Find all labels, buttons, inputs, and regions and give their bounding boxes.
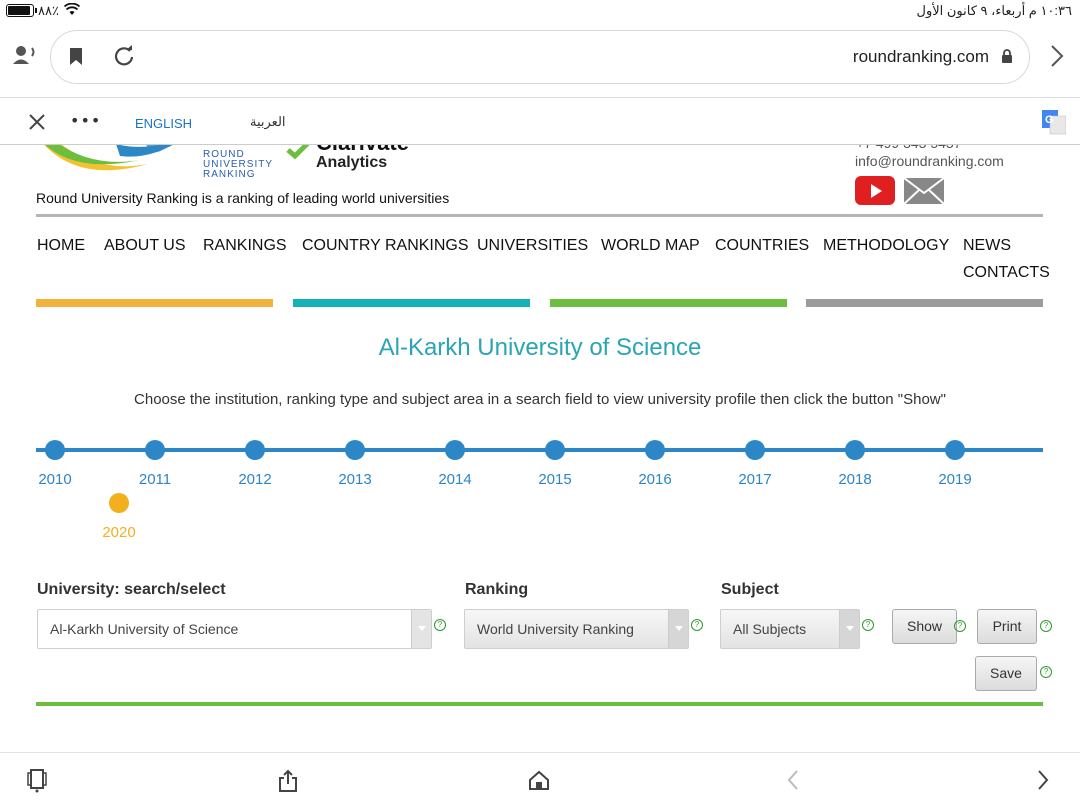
battery-percent: ٨٨٪ <box>38 3 59 18</box>
timeline-dot-2018[interactable] <box>845 440 865 460</box>
help-icon[interactable]: ? <box>954 620 966 632</box>
refresh-icon[interactable] <box>113 45 135 71</box>
timeline-dot-2019[interactable] <box>945 440 965 460</box>
color-bar-orange <box>36 299 273 307</box>
forward-icon[interactable] <box>1050 44 1064 72</box>
site-tagline: Round University Ranking is a ranking of… <box>36 190 450 206</box>
timeline-dot-2013[interactable] <box>345 440 365 460</box>
instruction-text: Choose the institution, ranking type and… <box>134 391 946 408</box>
subject-select-value: All Subjects <box>733 621 807 637</box>
tabs-icon[interactable] <box>26 769 48 797</box>
university-select-value: Al-Karkh University of Science <box>50 621 239 637</box>
close-icon[interactable] <box>28 113 46 135</box>
status-datetime: ١٠:٣٦ م أربعاء، ٩ كانون الأول <box>916 3 1072 18</box>
chevron-down-icon[interactable] <box>668 610 688 648</box>
share-icon[interactable] <box>278 769 298 797</box>
timeline-dot-2010[interactable] <box>45 440 65 460</box>
wifi-icon <box>63 2 81 19</box>
nav-methodology[interactable]: METHODOLOGY <box>823 237 949 255</box>
back-icon[interactable] <box>786 769 800 795</box>
timeline-dot-2012[interactable] <box>245 440 265 460</box>
speaker-icon[interactable] <box>12 44 40 68</box>
university-label: University: search/select <box>37 581 226 598</box>
translate-arabic-tab[interactable]: العربية <box>250 114 286 130</box>
university-select[interactable]: Al-Karkh University of Science <box>37 609 432 649</box>
timeline-year-2011[interactable]: 2011 <box>125 471 185 488</box>
mail-icon[interactable] <box>903 177 945 209</box>
timeline-dot-2017[interactable] <box>745 440 765 460</box>
lock-icon <box>1001 49 1013 68</box>
help-icon[interactable]: ? <box>691 619 703 631</box>
page: ٨٨٪ ١٠:٣٦ م أربعاء، ٩ كانون الأول roundr… <box>0 0 1080 810</box>
color-bar-teal <box>293 299 530 307</box>
bookmark-icon[interactable] <box>69 47 83 70</box>
ranking-select[interactable]: World University Ranking <box>464 609 689 649</box>
home-icon[interactable] <box>528 769 550 795</box>
color-bar-green <box>550 299 787 307</box>
print-button[interactable]: Print <box>977 609 1037 644</box>
nav-about-us[interactable]: ABOUT US <box>104 237 186 255</box>
address-bar: roundranking.com <box>0 22 1080 92</box>
translate-english-tab[interactable]: ENGLISH <box>135 116 192 131</box>
help-icon[interactable]: ? <box>862 619 874 631</box>
timeline-year-2014[interactable]: 2014 <box>425 471 485 488</box>
logo-line-ranking: RANKING <box>203 169 256 180</box>
translate-bar: ••• ENGLISH العربية G <box>0 97 1080 145</box>
university-title: Al-Karkh University of Science <box>378 334 702 361</box>
status-bar: ٨٨٪ ١٠:٣٦ م أربعاء، ٩ كانون الأول <box>0 0 1080 22</box>
address-pill[interactable]: roundranking.com <box>50 30 1030 84</box>
partner-subtitle: Analytics <box>316 154 388 171</box>
chevron-down-icon[interactable] <box>839 610 859 648</box>
chevron-down-icon[interactable] <box>411 610 431 648</box>
battery-icon <box>6 4 37 17</box>
color-bar-grey <box>806 299 1043 307</box>
ranking-select-value: World University Ranking <box>477 621 634 637</box>
timeline-dot-2011[interactable] <box>145 440 165 460</box>
google-translate-icon[interactable]: G <box>1042 110 1067 136</box>
timeline-year-2010[interactable]: 2010 <box>25 471 85 488</box>
timeline-year-2015[interactable]: 2015 <box>525 471 585 488</box>
subject-label: Subject <box>721 581 779 598</box>
help-icon[interactable]: ? <box>1040 620 1052 632</box>
translate-icon-letter: G <box>1045 114 1054 126</box>
more-icon[interactable]: ••• <box>70 111 101 130</box>
bottom-toolbar <box>0 752 1080 810</box>
timeline-dot-2016[interactable] <box>645 440 665 460</box>
nav-universities[interactable]: UNIVERSITIES <box>477 237 588 255</box>
forward-icon[interactable] <box>1036 769 1050 795</box>
timeline-year-2016[interactable]: 2016 <box>625 471 685 488</box>
show-button[interactable]: Show <box>892 609 957 644</box>
timeline-year-2013[interactable]: 2013 <box>325 471 385 488</box>
timeline-year-2019[interactable]: 2019 <box>925 471 985 488</box>
timeline-dot-2015[interactable] <box>545 440 565 460</box>
main-nav: HOME ABOUT US RANKINGS COUNTRY RANKINGS … <box>0 237 1080 287</box>
nav-countries[interactable]: COUNTRIES <box>715 237 809 255</box>
timeline-year-2012[interactable]: 2012 <box>225 471 285 488</box>
help-icon[interactable]: ? <box>1040 666 1052 678</box>
timeline-year-2017[interactable]: 2017 <box>725 471 785 488</box>
save-button[interactable]: Save <box>975 656 1037 691</box>
timeline-year-2018[interactable]: 2018 <box>825 471 885 488</box>
ranking-label: Ranking <box>465 581 529 598</box>
nav-home[interactable]: HOME <box>37 237 85 255</box>
timeline-line <box>36 448 1043 452</box>
nav-world-map[interactable]: WORLD MAP <box>601 237 700 255</box>
rur-logo-text: ROUND UNIVERSITY RANKING <box>203 150 273 180</box>
nav-contacts[interactable]: CONTACTS <box>963 264 1050 282</box>
timeline-dot-2014[interactable] <box>445 440 465 460</box>
nav-news[interactable]: NEWS <box>963 237 1011 255</box>
timeline-dot-active[interactable] <box>109 493 129 513</box>
subject-select[interactable]: All Subjects <box>720 609 860 649</box>
timeline-year-active[interactable]: 2020 <box>89 524 149 541</box>
form-divider <box>36 702 1043 706</box>
contact-email[interactable]: info@roundranking.com <box>855 153 1004 169</box>
nav-country-rankings[interactable]: COUNTRY RANKINGS <box>302 237 469 255</box>
youtube-icon[interactable] <box>855 176 895 205</box>
url-text[interactable]: roundranking.com <box>853 47 989 67</box>
header-divider <box>36 214 1043 217</box>
help-icon[interactable]: ? <box>434 619 446 631</box>
nav-rankings[interactable]: RANKINGS <box>203 237 287 255</box>
